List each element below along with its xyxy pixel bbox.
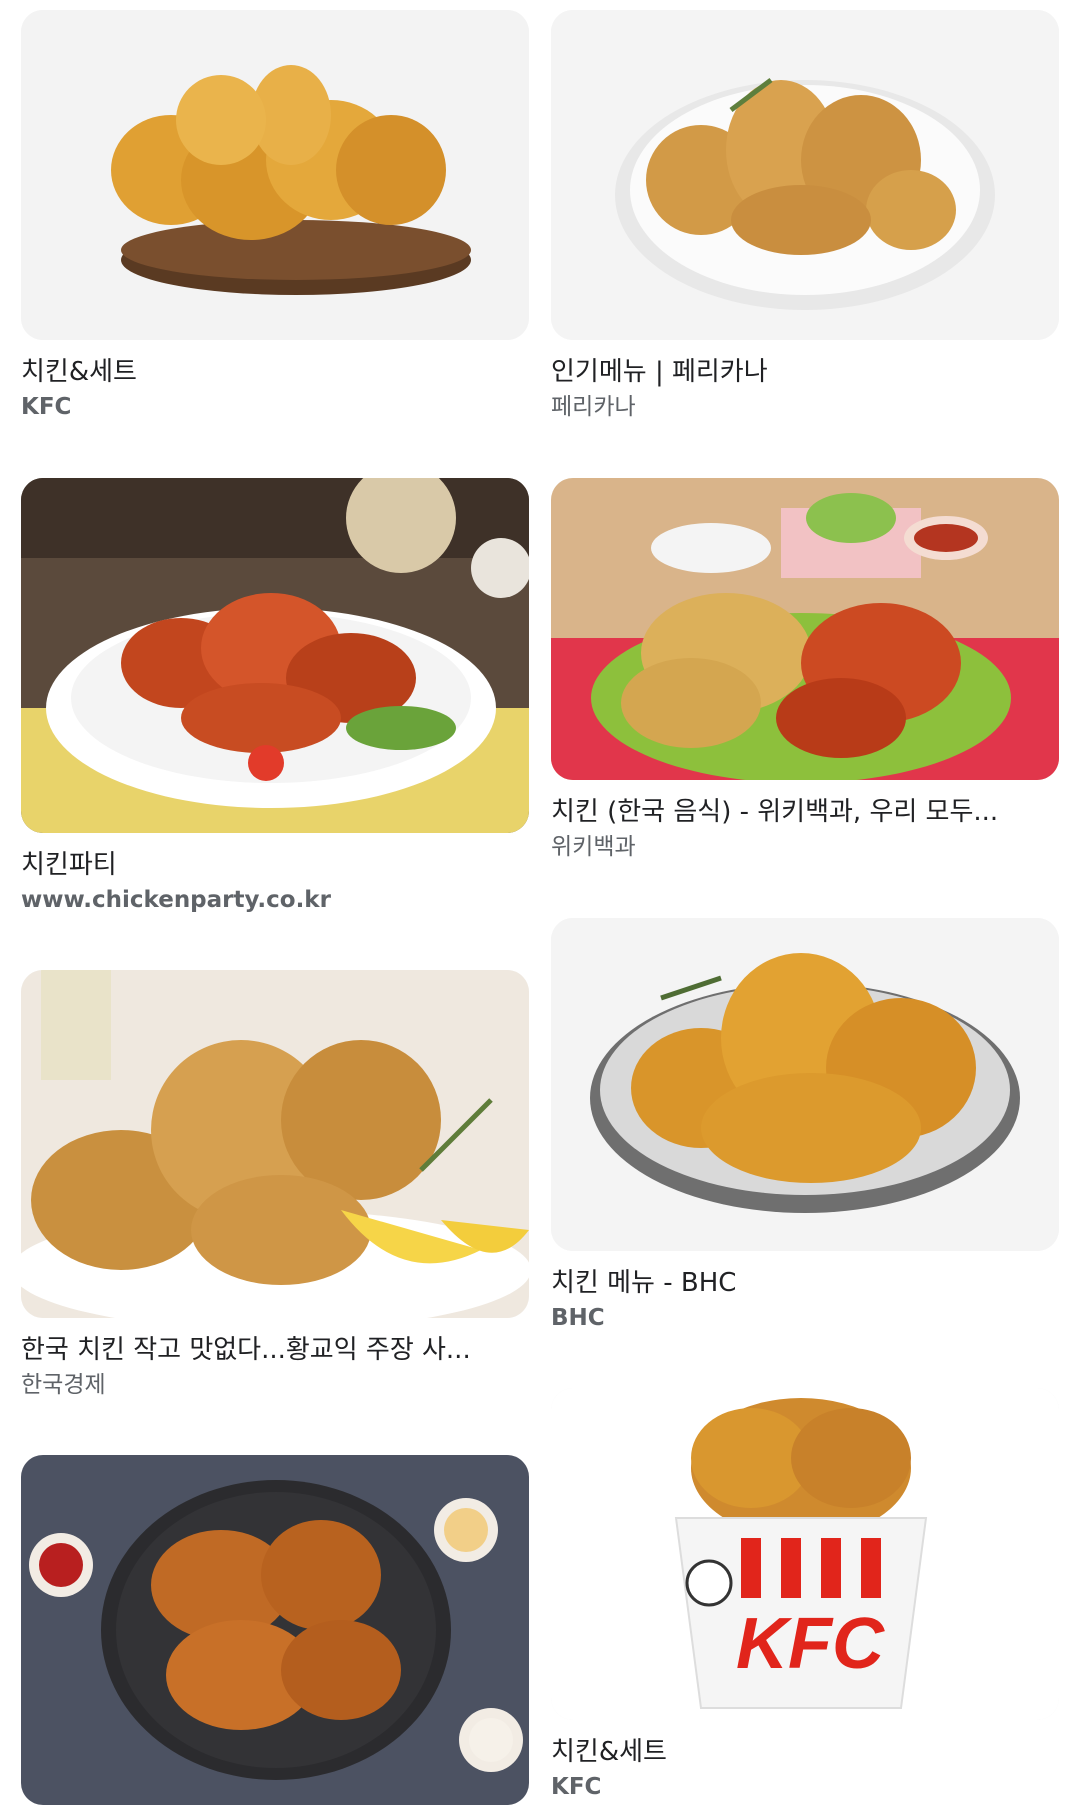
result-thumbnail[interactable]: KFC <box>551 1388 1059 1720</box>
result-thumbnail[interactable] <box>21 1455 529 1805</box>
result-title[interactable]: 치킨파티 <box>21 848 529 882</box>
result-source: KFC <box>551 1774 602 1800</box>
result-title[interactable]: 치킨&세트 <box>21 355 529 389</box>
result-title[interactable]: 인기메뉴 | 페리카나 <box>551 355 1059 389</box>
image-result-card[interactable]: 인기메뉴 | 페리카나 페리카나 <box>551 10 1059 422</box>
image-result-card[interactable]: KFC 치킨&세트 KFC <box>551 1388 1059 1802</box>
kfc-bucket-image: KFC <box>551 1388 1059 1720</box>
result-thumbnail[interactable] <box>551 478 1059 780</box>
fried-chicken-on-white-plate-image <box>551 10 1059 340</box>
result-title[interactable]: 치킨 메뉴 - BHC <box>551 1266 1059 1300</box>
crispy-chicken-with-lemon-image <box>21 970 529 1318</box>
image-result-card[interactable]: 한국 치킨 작고 맛없다...황교익 주장 사... 한국경제 <box>21 970 529 1400</box>
result-source: www.chickenparty.co.kr <box>21 887 331 913</box>
image-result-card[interactable]: 치킨&세트 KFC <box>21 10 529 422</box>
image-result-card[interactable]: 치킨파티 www.chickenparty.co.kr <box>21 478 529 915</box>
result-source: 한국경제 <box>21 1372 106 1398</box>
result-thumbnail[interactable] <box>21 10 529 340</box>
result-title[interactable]: 치킨&세트 <box>551 1735 1059 1769</box>
result-thumbnail[interactable] <box>21 478 529 833</box>
spicy-glazed-chicken-plate-image <box>21 478 529 833</box>
image-result-card[interactable]: 치킨 (한국 음식) - 위키백과, 우리 모두... 위키백과 <box>551 478 1059 862</box>
result-title[interactable]: 한국 치킨 작고 맛없다...황교익 주장 사... <box>21 1333 529 1367</box>
half-and-half-chicken-plate-image <box>551 478 1059 780</box>
result-thumbnail[interactable] <box>551 918 1059 1251</box>
result-source: 페리카나 <box>551 394 636 420</box>
result-source: BHC <box>551 1305 605 1331</box>
fried-chicken-dark-plate-with-dips-image <box>21 1455 529 1805</box>
seasoned-crumb-chicken-plate-image <box>551 918 1059 1251</box>
kfc-logo-text: KFC <box>736 1604 885 1684</box>
image-result-card[interactable]: 치킨 메뉴 - BHC BHC <box>551 918 1059 1333</box>
result-title[interactable]: 치킨 (한국 음식) - 위키백과, 우리 모두... <box>551 795 1059 829</box>
result-thumbnail[interactable] <box>21 970 529 1318</box>
fried-chicken-on-wooden-board-image <box>21 10 529 340</box>
result-source: 위키백과 <box>551 834 636 860</box>
image-result-card[interactable] <box>21 1455 529 1805</box>
result-thumbnail[interactable] <box>551 10 1059 340</box>
result-source: KFC <box>21 394 72 420</box>
